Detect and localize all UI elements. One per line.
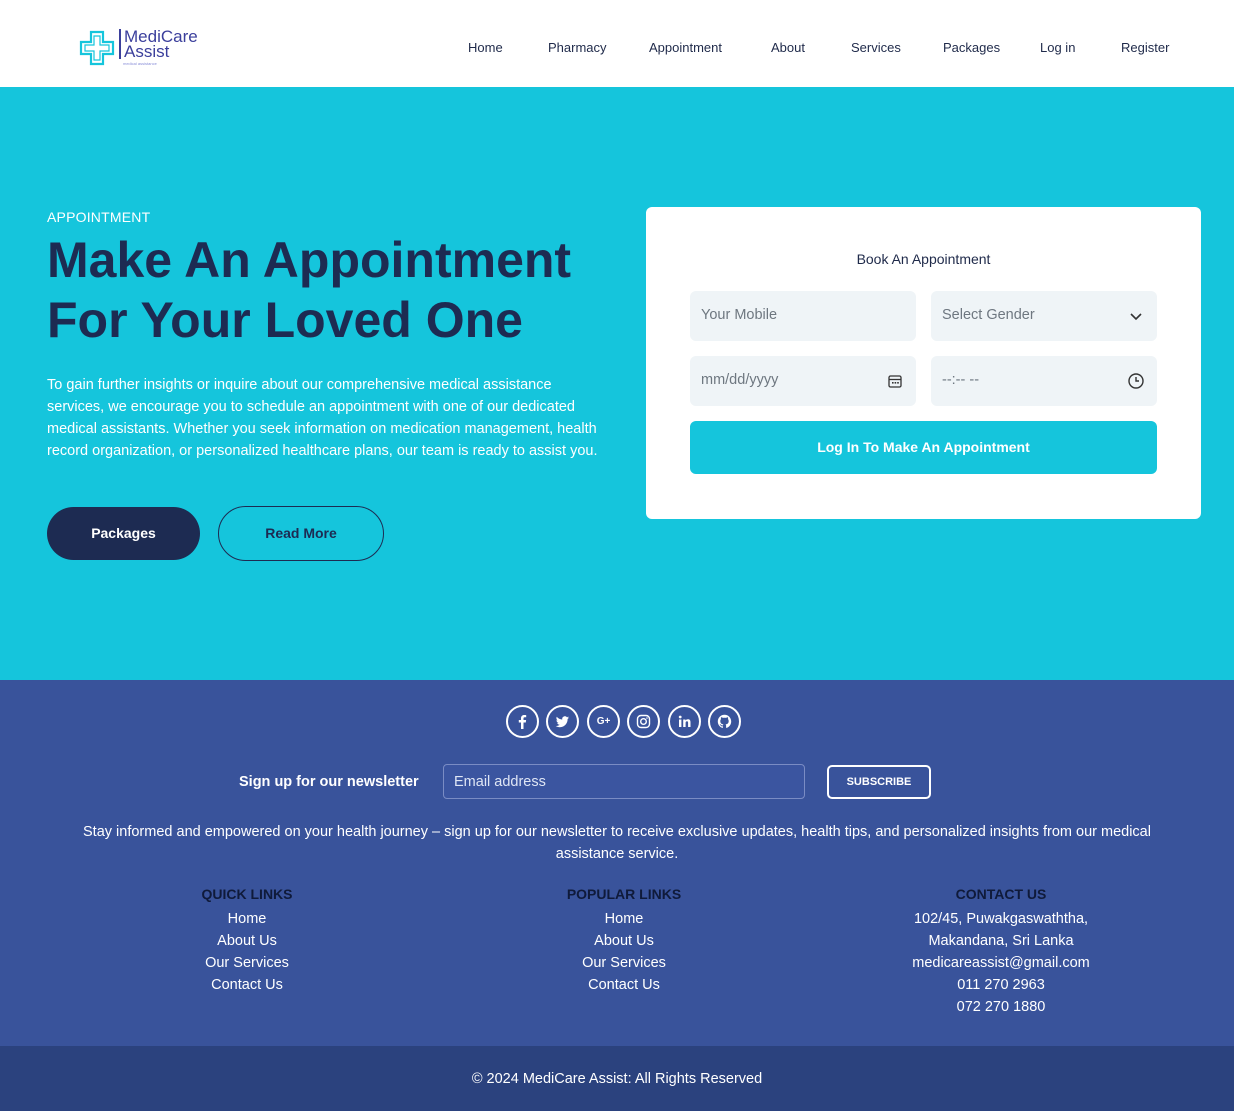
- quick-link-contact[interactable]: Contact Us: [117, 974, 377, 996]
- calendar-icon[interactable]: [886, 372, 904, 390]
- footer: G+ Sign up for our newsletter Email addr…: [0, 680, 1234, 1046]
- contact-address-line1: 102/45, Puwakgaswaththa,: [913, 911, 1089, 927]
- date-input[interactable]: mm/dd/yyyy: [690, 356, 916, 406]
- packages-button[interactable]: Packages: [47, 507, 200, 560]
- nav-home[interactable]: Home: [468, 40, 503, 55]
- facebook-icon[interactable]: [506, 705, 539, 738]
- popular-link-about[interactable]: About Us: [494, 930, 754, 952]
- quick-links: QUICK LINKS Home About Us Our Services C…: [117, 886, 377, 996]
- main-nav: Home Pharmacy Appointment About Services…: [0, 40, 1234, 58]
- popular-link-contact[interactable]: Contact Us: [494, 974, 754, 996]
- quick-link-services[interactable]: Our Services: [117, 952, 377, 974]
- gender-select[interactable]: Select Gender: [931, 291, 1157, 341]
- popular-links: POPULAR LINKS Home About Us Our Services…: [494, 886, 754, 996]
- nav-services[interactable]: Services: [851, 40, 901, 55]
- mobile-placeholder: Your Mobile: [701, 307, 778, 323]
- contact-info: CONTACT US 102/45, Puwakgaswaththa, Maka…: [871, 886, 1131, 1018]
- google-plus-icon[interactable]: G+: [587, 705, 620, 738]
- hero-description: To gain further insights or inquire abou…: [47, 377, 598, 459]
- nav-register[interactable]: Register: [1121, 40, 1169, 55]
- quick-links-heading: QUICK LINKS: [201, 886, 293, 902]
- book-appointment-button[interactable]: Log In To Make An Appointment: [690, 421, 1157, 474]
- contact-email[interactable]: medicareassist@gmail.com: [871, 952, 1131, 974]
- copyright-text: © 2024 MediCare Assist: All Rights Reser…: [471, 1071, 763, 1087]
- copyright-bar: © 2024 MediCare Assist: All Rights Reser…: [0, 1046, 1234, 1111]
- brand-tagline: medical assistance: [123, 61, 157, 66]
- contact-phone-2[interactable]: 072 270 1880: [871, 996, 1131, 1018]
- newsletter-email-input[interactable]: Email address: [443, 764, 805, 799]
- quick-link-home[interactable]: Home: [117, 908, 377, 930]
- contact-phone-1[interactable]: 011 270 2963: [871, 974, 1131, 996]
- navbar: MediCare Assist medical assistance Home …: [0, 0, 1234, 87]
- hero-section: APPOINTMENT Make An Appointment For Your…: [0, 87, 1234, 680]
- linkedin-icon[interactable]: [668, 705, 701, 738]
- nav-about[interactable]: About: [771, 40, 805, 55]
- quick-link-about[interactable]: About Us: [117, 930, 377, 952]
- popular-links-heading: POPULAR LINKS: [566, 886, 682, 902]
- nav-packages[interactable]: Packages: [943, 40, 1000, 55]
- nav-pharmacy[interactable]: Pharmacy: [548, 40, 607, 55]
- read-more-button[interactable]: Read More: [218, 506, 384, 561]
- email-placeholder: Email address: [454, 774, 546, 790]
- hero-eyebrow: APPOINTMENT: [47, 209, 151, 225]
- subscribe-button[interactable]: SUBSCRIBE: [827, 765, 931, 799]
- popular-link-home[interactable]: Home: [494, 908, 754, 930]
- popular-link-services[interactable]: Our Services: [494, 952, 754, 974]
- time-input[interactable]: --:-- --: [931, 356, 1157, 406]
- time-placeholder: --:-- --: [942, 372, 980, 388]
- date-placeholder: mm/dd/yyyy: [701, 372, 779, 388]
- chevron-down-icon: [1130, 313, 1142, 321]
- twitter-icon[interactable]: [546, 705, 579, 738]
- contact-address-line2: Makandana, Sri Lanka: [928, 933, 1074, 949]
- social-links: G+: [0, 705, 1234, 739]
- clock-icon[interactable]: [1127, 372, 1145, 390]
- github-icon[interactable]: [708, 705, 741, 738]
- gender-placeholder: Select Gender: [942, 307, 1035, 323]
- mobile-input[interactable]: Your Mobile: [690, 291, 916, 341]
- newsletter-description: Stay informed and empowered on your heal…: [83, 824, 1151, 862]
- instagram-icon[interactable]: [627, 705, 660, 738]
- newsletter-label: Sign up for our newsletter: [239, 774, 419, 790]
- contact-heading: CONTACT US: [955, 886, 1047, 902]
- nav-appointment[interactable]: Appointment: [649, 40, 722, 55]
- hero-title: Make An Appointment For Your Loved One: [47, 232, 572, 348]
- form-title: Book An Appointment: [856, 251, 991, 267]
- nav-login[interactable]: Log in: [1040, 40, 1075, 55]
- appointment-form: Book An Appointment Your Mobile Select G…: [646, 207, 1201, 519]
